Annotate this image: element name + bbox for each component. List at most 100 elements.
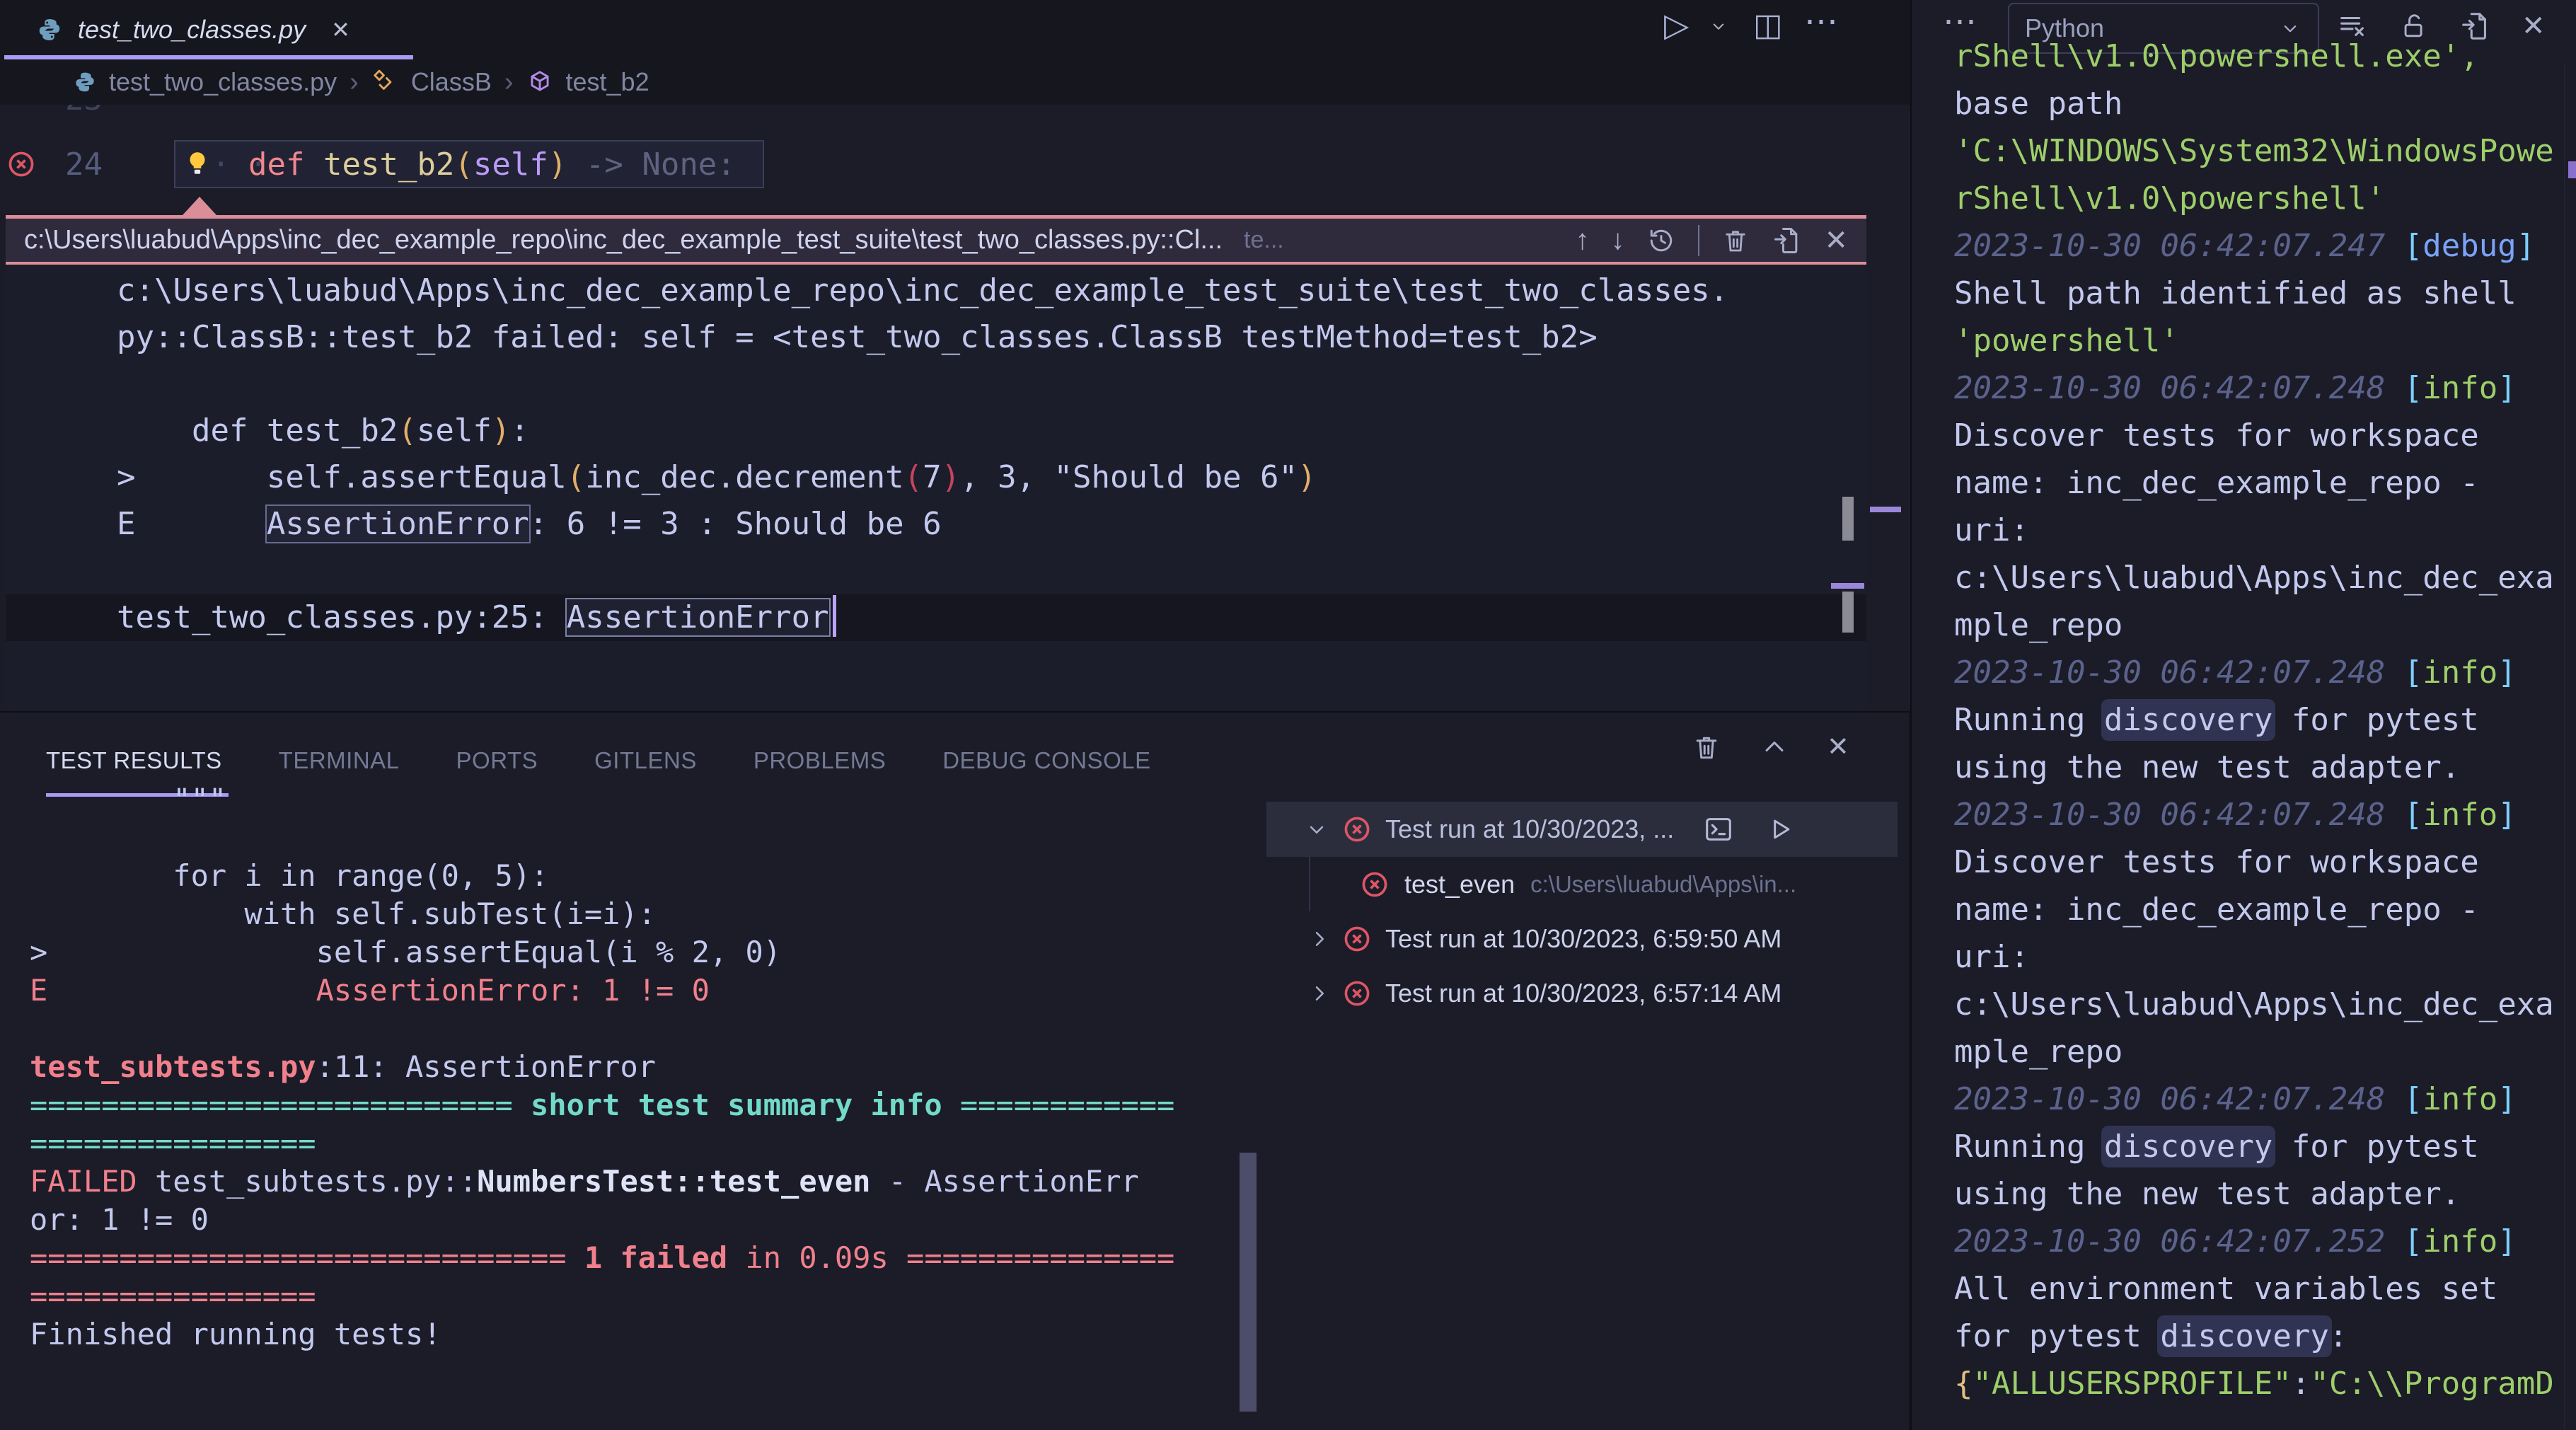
output-line: base path	[1954, 80, 2574, 127]
python-file-icon	[74, 71, 96, 93]
tab-test-two-classes[interactable]: test_two_classes.py ✕	[4, 0, 413, 59]
class-symbol-icon	[371, 69, 398, 96]
method-symbol-icon	[526, 69, 553, 96]
output-line: All environment variables set	[1954, 1265, 2574, 1313]
breadcrumb-separator: ›	[504, 67, 514, 98]
bottom-panel: TEST RESULTS TERMINAL PORTS GITLENS PROB…	[0, 711, 1910, 1430]
output-line: 2023-10-30 06:42:07.248 [info]	[1954, 649, 2574, 696]
output-line: > self.assertEqual(i % 2, 0)	[30, 933, 1232, 971]
chevron-right-icon[interactable]	[1306, 926, 1333, 952]
output-line: ================	[30, 1124, 1232, 1163]
output-line: with self.subTest(i=i):	[30, 895, 1232, 933]
run-python-file-button[interactable]: ▷	[1664, 6, 1689, 44]
peek-view-header: c:\Users\luabud\Apps\inc_dec_example_rep…	[6, 215, 1866, 265]
output-panel: ⋯ Python ✕ rShell\v1.0\powershell.exe',b…	[1910, 0, 2576, 1430]
output-line: rShell\v1.0\powershell'	[1954, 175, 2574, 222]
output-line: ============================== 1 failed …	[30, 1239, 1232, 1277]
output-line: 2023-10-30 06:42:07.248 [info]	[1954, 364, 2574, 412]
output-line: for i in range(0, 5):	[30, 857, 1232, 895]
output-line: c:\Users\luabud\Apps\inc_dec_exa	[1954, 981, 2574, 1028]
function-name-token: test_b2	[323, 146, 454, 183]
output-line: def test_b2(self):	[117, 408, 1866, 454]
test-run-label[interactable]: Test run at 10/30/2023, 6:57:14 AM	[1385, 979, 1781, 1008]
output-line: uri:	[1954, 507, 2574, 554]
tab-terminal[interactable]: TERMINAL	[279, 747, 400, 774]
output-line: Finished running tests!	[30, 1315, 1232, 1354]
output-line: 2023-10-30 06:42:07.247 [debug]	[1954, 222, 2574, 270]
previous-result-button[interactable]: ↑	[1575, 224, 1589, 256]
tab-problems[interactable]: PROBLEMS	[753, 747, 886, 774]
vscode-window: test_two_classes.py ✕ ▷ ◫ ⋯ test_two_cla…	[0, 0, 2576, 1430]
cursor-ruler-marker	[1831, 583, 1864, 589]
code-editor[interactable]: 23 == 24 · · def test_b2(self) -> None: …	[0, 105, 1910, 711]
breadcrumb-file[interactable]: test_two_classes.py	[109, 67, 337, 97]
python-output-log[interactable]: rShell\v1.0\powershell.exe',base path'C:…	[1954, 33, 2574, 1422]
test-run-row[interactable]: Test run at 10/30/2023, 6:57:14 AM	[1266, 966, 1898, 1021]
tab-ports[interactable]: PORTS	[456, 747, 538, 774]
peek-failure-message[interactable]: c:\Users\luabud\Apps\inc_dec_example_rep…	[6, 265, 1866, 711]
output-line: c:\Users\luabud\Apps\inc_dec_exa	[1954, 554, 2574, 601]
output-line: 2023-10-30 06:42:07.252 [info]	[1954, 1218, 2574, 1265]
peek-close-icon[interactable]: ✕	[1824, 224, 1848, 257]
output-line: name: inc_dec_example_repo -	[1954, 886, 2574, 933]
test-run-row-child[interactable]: test_even c:\Users\luabud\Apps\in...	[1266, 857, 1898, 912]
test-results-output[interactable]: """ for i in range(0, 5): with self.subT…	[30, 780, 1232, 1354]
divider	[1698, 225, 1699, 256]
test-error-icon	[1341, 814, 1373, 845]
output-line: FAILED test_subtests.py::NumbersTest::te…	[30, 1163, 1232, 1201]
peek-output: c:\Users\luabud\Apps\inc_dec_example_rep…	[6, 267, 1866, 641]
output-line: 'C:\WINDOWS\System32\WindowsPowe	[1954, 127, 2574, 175]
peek-scrollbar-thumb[interactable]	[1842, 592, 1854, 633]
output-line: py::ClassB::test_b2 failed: self = <test…	[117, 314, 1866, 361]
tab-test-results[interactable]: TEST RESULTS	[46, 747, 222, 774]
output-line: test_two_classes.py:25: AssertionError	[6, 594, 1866, 641]
output-line	[30, 819, 1232, 857]
test-error-icon	[1341, 978, 1373, 1009]
test-name-label[interactable]: test_even	[1404, 870, 1515, 899]
output-line: Running discovery for pytest	[1954, 696, 2574, 744]
tab-label: test_two_classes.py	[78, 15, 306, 45]
test-run-label[interactable]: Test run at 10/30/2023, ...	[1385, 814, 1674, 844]
breadcrumb-class[interactable]: ClassB	[411, 67, 492, 97]
test-run-label[interactable]: Test run at 10/30/2023, 6:59:50 AM	[1385, 924, 1781, 954]
output-line: Discover tests for workspace	[1954, 412, 2574, 459]
test-run-tree: Test run at 10/30/2023, ... test_even c:…	[1266, 713, 1903, 1430]
rerun-play-icon[interactable]	[1764, 814, 1796, 845]
code-line-24[interactable]: def test_b2(self) -> None:	[248, 142, 736, 188]
peek-scrollbar-thumb[interactable]	[1842, 497, 1854, 541]
split-editor-button[interactable]: ◫	[1753, 7, 1783, 43]
chevron-right-icon[interactable]	[1306, 980, 1333, 1007]
tab-gitlens[interactable]: GITLENS	[594, 747, 697, 774]
output-line: Shell path identified as shell	[1954, 270, 2574, 317]
show-output-terminal-icon[interactable]	[1702, 813, 1735, 846]
tab-close-icon[interactable]: ✕	[331, 16, 350, 43]
test-run-row[interactable]: Test run at 10/30/2023, 6:59:50 AM	[1266, 911, 1898, 967]
panel-tab-bar: TEST RESULTS TERMINAL PORTS GITLENS PROB…	[46, 741, 1151, 780]
output-line: 2023-10-30 06:42:07.248 [info]	[1954, 791, 2574, 838]
peek-title-path[interactable]: c:\Users\luabud\Apps\inc_dec_example_rep…	[24, 225, 1223, 255]
trash-icon[interactable]	[1721, 226, 1750, 255]
output-line: for pytest discovery:	[1954, 1313, 2574, 1360]
run-dropdown-chevron-icon[interactable]	[1708, 16, 1729, 37]
output-line: E AssertionError: 6 != 3 : Should be 6	[117, 501, 1866, 548]
breadcrumb-method[interactable]: test_b2	[566, 67, 649, 97]
output-scrollbar-marker[interactable]	[2568, 161, 2576, 178]
tab-debug-console[interactable]: DEBUG CONSOLE	[942, 747, 1150, 774]
output-line: E AssertionError: 1 != 0	[30, 971, 1232, 1010]
output-line: test_subtests.py:11: AssertionError	[30, 1048, 1232, 1086]
test-error-icon	[1341, 923, 1373, 955]
next-result-button[interactable]: ↓	[1610, 224, 1624, 256]
output-line: Discover tests for workspace	[1954, 838, 2574, 886]
output-line	[30, 1010, 1232, 1048]
lightbulb-icon[interactable]	[183, 149, 212, 178]
editor-more-actions-button[interactable]: ⋯	[1804, 1, 1838, 41]
output-line: or: 1 != 0	[30, 1201, 1232, 1239]
history-icon[interactable]	[1646, 225, 1677, 256]
output-line	[117, 361, 1866, 408]
test-run-row-current[interactable]: Test run at 10/30/2023, ...	[1266, 802, 1898, 857]
gutter-error-icon	[6, 149, 37, 180]
chevron-down-icon[interactable]	[1303, 816, 1330, 843]
panel-scrollbar[interactable]	[1240, 1153, 1257, 1412]
open-in-editor-icon[interactable]	[1772, 225, 1803, 256]
test-error-icon	[1359, 869, 1390, 900]
